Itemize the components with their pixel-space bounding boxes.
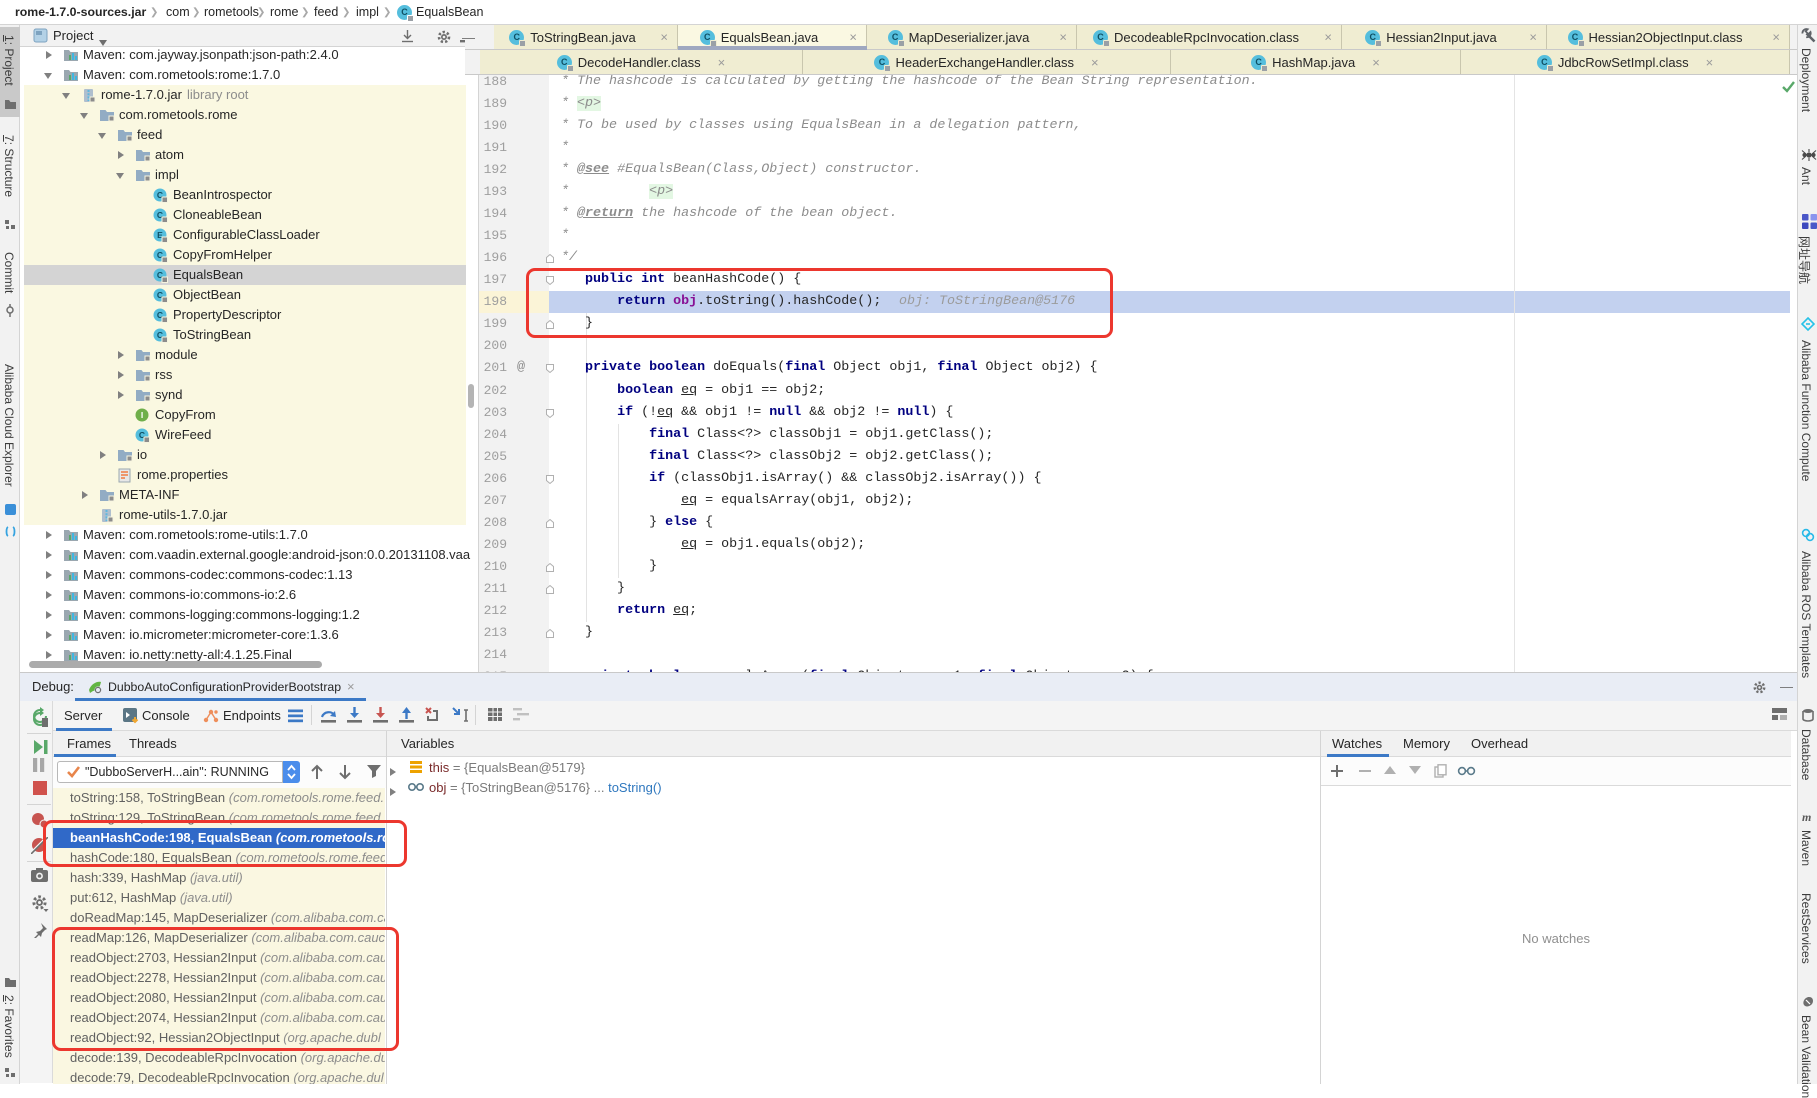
svg-text:m: m: [1802, 810, 1811, 824]
svg-text:I: I: [141, 410, 143, 420]
